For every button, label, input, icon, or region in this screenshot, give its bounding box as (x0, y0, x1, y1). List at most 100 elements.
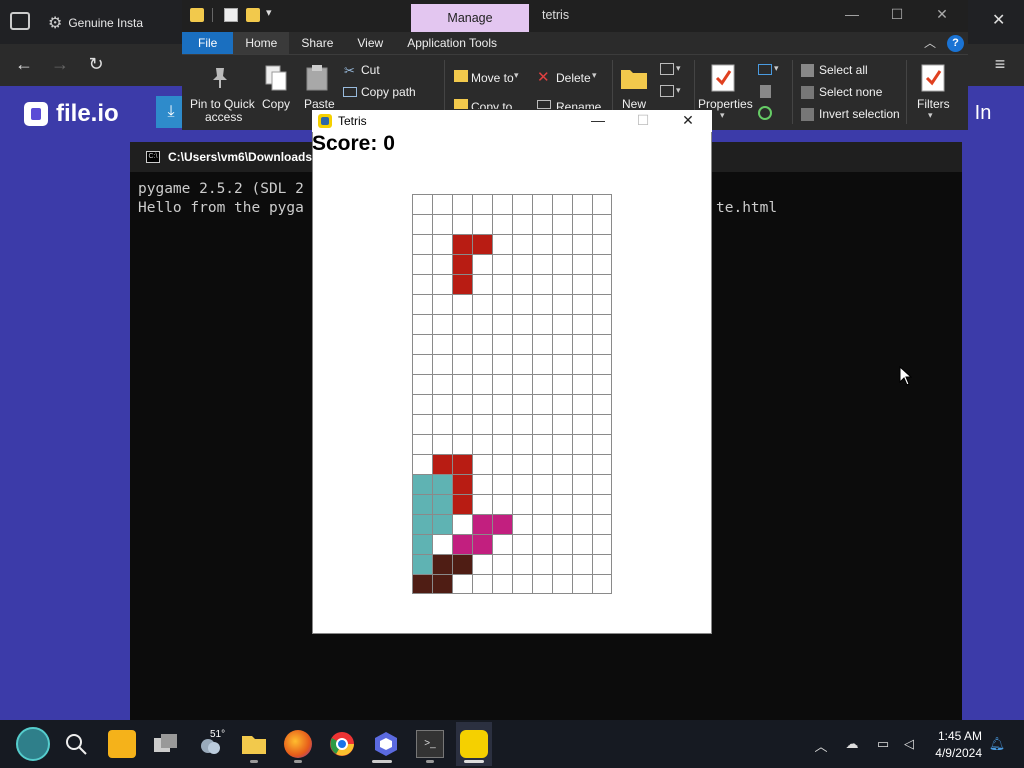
board-block (412, 574, 432, 594)
volume-icon[interactable]: ◁ (900, 736, 918, 752)
select-none-button[interactable]: Select none (819, 85, 882, 99)
tab-share[interactable]: Share (289, 32, 345, 54)
forward-icon[interactable]: → (48, 52, 72, 76)
filters-icon[interactable] (920, 63, 946, 93)
delete-button[interactable]: Delete (556, 71, 591, 85)
minimize-icon[interactable]: — (583, 112, 613, 128)
copy-to-icon (454, 99, 468, 109)
file-explorer-icon[interactable] (240, 730, 268, 758)
browser-menu-icon[interactable]: ≡ (988, 52, 1012, 76)
python-icon[interactable] (460, 730, 488, 758)
chevron-up-icon[interactable]: ︿ (924, 34, 936, 51)
cut-icon: ✂ (344, 63, 355, 78)
new-button[interactable]: New (622, 97, 646, 111)
board-block (412, 494, 432, 514)
open-icon[interactable] (758, 64, 772, 75)
help-icon[interactable]: ? (947, 35, 964, 52)
back-icon[interactable]: ← (12, 52, 36, 76)
properties-check-icon[interactable] (224, 8, 238, 22)
new-item-icon[interactable] (660, 63, 674, 75)
chevron-down-icon: ▾ (676, 63, 681, 73)
new-folder-icon[interactable] (246, 8, 260, 22)
minimize-icon[interactable]: — (840, 6, 864, 22)
easy-access-icon[interactable] (660, 85, 674, 97)
edit-icon[interactable] (760, 85, 771, 98)
terminal-line: te.html (716, 200, 778, 216)
new-folder-icon[interactable] (620, 66, 648, 90)
close-icon[interactable]: ✕ (673, 112, 703, 129)
copy-button[interactable]: Copy (262, 97, 290, 111)
copy-to-button[interactable]: Copy to (471, 100, 512, 109)
filters-button[interactable]: Filters (917, 97, 950, 111)
select-all-icon (801, 64, 814, 77)
terminal-title: C:\Users\vm6\Downloads (168, 150, 313, 164)
delete-icon: ✕ (537, 69, 550, 86)
world-icon[interactable] (16, 727, 50, 761)
move-to-button[interactable]: Move to (471, 71, 514, 85)
clock-time[interactable]: 1:45 AM (930, 729, 982, 743)
ribbon-separator (792, 60, 793, 124)
board-block (452, 274, 472, 294)
invert-selection-button[interactable]: Invert selection (819, 107, 900, 121)
tab-application-tools[interactable]: Application Tools (395, 32, 509, 54)
chrome-icon[interactable] (328, 730, 356, 758)
properties-icon[interactable] (710, 63, 736, 93)
board-block (452, 474, 472, 494)
manage-tab[interactable]: Manage (411, 4, 529, 32)
terminal-icon[interactable]: >_ (416, 730, 444, 758)
pin-icon[interactable] (208, 66, 232, 90)
terminal-line: Hello from the pyga (138, 200, 304, 216)
score-label: Score: 0 (312, 132, 395, 155)
search-icon[interactable] (64, 732, 88, 756)
tetris-board[interactable] (412, 194, 612, 594)
customize-qat-icon[interactable]: ▾ (266, 6, 272, 19)
select-all-button[interactable]: Select all (819, 63, 868, 77)
tab-home[interactable]: Home (233, 32, 290, 54)
onedrive-icon[interactable]: ☁ (843, 736, 861, 752)
rename-button[interactable]: Rename (556, 100, 601, 109)
copy-path-button[interactable]: Copy path (361, 85, 416, 99)
pin-to-quick-access-label[interactable]: access (205, 110, 242, 124)
weather-temp: 51° (210, 729, 226, 740)
pin-to-quick-access-label[interactable]: Pin to Quick (190, 97, 255, 111)
browser-close-icon[interactable]: ✕ (992, 10, 1005, 30)
network-icon[interactable]: ▭ (874, 736, 892, 752)
board-block (412, 534, 432, 554)
properties-button[interactable]: Properties (698, 97, 753, 111)
maximize-icon[interactable]: ☐ (885, 6, 909, 23)
close-icon[interactable]: ✕ (930, 6, 954, 23)
tab-view[interactable]: View (345, 32, 395, 54)
paste-icon[interactable] (306, 64, 328, 92)
app-icon[interactable] (372, 730, 400, 758)
site-background-left (0, 142, 130, 720)
history-icon[interactable] (758, 106, 772, 120)
chevron-up-icon[interactable]: ︿ (812, 736, 830, 754)
board-block (432, 554, 452, 574)
board-block (432, 574, 452, 594)
board-block (472, 234, 492, 254)
firefox-icon[interactable] (284, 730, 312, 758)
clock-date[interactable]: 4/9/2024 (928, 746, 982, 760)
site-logo[interactable]: file.io (24, 100, 119, 128)
folder-icon (190, 8, 204, 22)
task-view-icon[interactable] (152, 730, 180, 758)
browser-tab[interactable]: ⚙ Genuine Insta (48, 8, 178, 38)
board-block (412, 554, 432, 574)
active-indicator (372, 760, 392, 763)
paste-button[interactable]: Paste (304, 97, 335, 111)
rename-icon (537, 100, 551, 109)
site-name: file.io (56, 100, 119, 127)
chevron-down-icon: ▾ (676, 85, 681, 95)
copy-icon[interactable] (264, 64, 288, 92)
pre-app-icon[interactable] (108, 730, 136, 758)
board-block (432, 474, 452, 494)
notification-bell-icon[interactable]: 🔔︎ (988, 736, 1006, 752)
board-block (412, 514, 432, 534)
reload-icon[interactable]: ↻ (84, 52, 108, 76)
tab-list-icon[interactable] (10, 12, 30, 30)
tab-file[interactable]: File (182, 32, 234, 54)
maximize-icon[interactable]: ☐ (628, 112, 658, 129)
board-block (492, 514, 512, 534)
board-block (452, 494, 472, 514)
cut-button[interactable]: Cut (361, 63, 380, 77)
